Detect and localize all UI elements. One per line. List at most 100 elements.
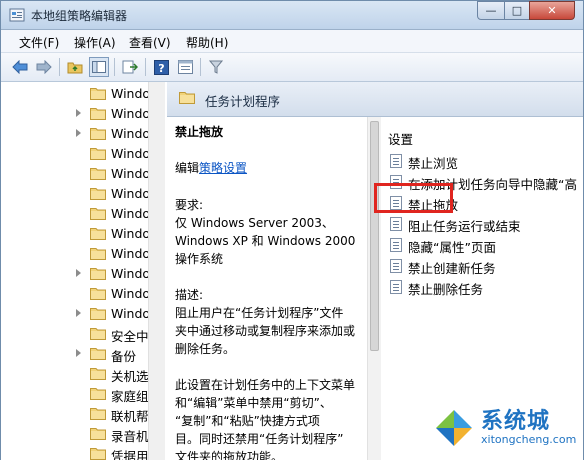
requirements-label: 要求: <box>175 198 204 212</box>
maximize-button[interactable]: □ <box>504 1 530 20</box>
tree-item[interactable]: Windo <box>1 244 149 264</box>
requirements-line: 仅 Windows Server 2003、 <box>175 216 334 230</box>
menu-file[interactable]: 文件(F) <box>19 34 59 51</box>
requirements-line: 操作系统 <box>175 252 224 266</box>
tree-item-label: Windo <box>111 186 150 201</box>
watermark: 系统城 xitongcheng.com <box>431 399 581 459</box>
tree-item[interactable]: 安全中 <box>1 324 149 344</box>
forward-button[interactable] <box>34 57 54 77</box>
policy-setting-icon <box>390 280 402 294</box>
highlight-annotation-box <box>374 183 453 213</box>
tree-item[interactable]: 关机选 <box>1 364 149 384</box>
tree-item-label: 凭据用 <box>111 449 149 460</box>
export-list-button[interactable] <box>120 57 140 77</box>
policy-setting-icon <box>390 238 402 252</box>
toolbar-separator <box>114 58 115 76</box>
back-button[interactable] <box>10 57 30 77</box>
up-folder-icon <box>67 62 83 74</box>
settings-column-header[interactable]: 设置 <box>388 129 413 148</box>
description-line: 和“编辑”菜单中禁用“剪切”、 <box>175 396 332 410</box>
requirements-line: Windows XP 和 Windows 2000 <box>175 234 356 248</box>
tree-item-label: Windo <box>111 166 150 181</box>
back-arrow-icon <box>12 60 28 74</box>
tree-item[interactable]: Windo <box>1 204 149 224</box>
tree-expander-icon[interactable] <box>76 109 81 117</box>
folder-icon <box>90 408 106 420</box>
folder-icon <box>90 448 106 460</box>
tree-item[interactable]: Windo <box>1 124 149 144</box>
tree-item-label: 联机帮 <box>111 409 149 424</box>
folder-icon <box>90 388 106 400</box>
filter-button[interactable] <box>206 57 226 77</box>
folder-icon <box>90 188 106 200</box>
tree-item[interactable]: Windo <box>1 304 149 324</box>
tree-item-label: Windo <box>111 306 150 321</box>
window-title: 本地组策略编辑器 <box>31 9 128 23</box>
edit-policy-link[interactable]: 策略设置 <box>199 161 247 175</box>
description-line: “复制”和“粘贴”快捷方式项 <box>175 414 320 428</box>
description-scrollbar[interactable] <box>367 117 381 460</box>
navigation-tree[interactable]: Windo Windo Windo Windo Windo Windo Windo Windo… <box>1 82 150 460</box>
title-bar[interactable]: 本地组策略编辑器 — □ ✕ <box>1 1 583 30</box>
folder-icon <box>90 108 106 120</box>
setting-item-label: 阻止任务运行或结束 <box>408 219 521 234</box>
description-title: 禁止拖放 <box>175 125 224 139</box>
watermark-logo-icon <box>432 406 476 450</box>
tree-item[interactable]: Windo <box>1 184 149 204</box>
forward-arrow-icon <box>36 60 52 74</box>
tree-item[interactable]: 录音机 <box>1 424 149 444</box>
close-button[interactable]: ✕ <box>529 1 575 20</box>
setting-item[interactable]: 禁止创建新任务 <box>388 256 583 276</box>
tree-item[interactable]: Windo <box>1 164 149 184</box>
pane-header-title: 任务计划程序 <box>205 94 281 109</box>
watermark-brand: 系统城 <box>481 409 551 434</box>
folder-icon <box>90 128 106 140</box>
up-level-button[interactable] <box>65 57 85 77</box>
setting-item[interactable]: 阻止任务运行或结束 <box>388 214 583 234</box>
setting-item[interactable]: 禁止浏览 <box>388 151 583 171</box>
properties-button[interactable] <box>175 57 195 77</box>
scrollbar-thumb[interactable] <box>370 121 379 351</box>
tree-item-label: 录音机 <box>111 429 149 444</box>
help-button[interactable]: ? <box>151 57 171 77</box>
filter-icon <box>209 60 223 74</box>
menu-action[interactable]: 操作(A) <box>74 34 116 51</box>
tree-expander-icon[interactable] <box>76 269 81 277</box>
help-icon: ? <box>153 59 169 75</box>
toolbar-separator <box>200 58 201 76</box>
tree-expander-icon[interactable] <box>76 349 81 357</box>
watermark-url: xitongcheng.com <box>481 433 577 446</box>
setting-item-label: 禁止创建新任务 <box>408 261 496 276</box>
menu-help[interactable]: 帮助(H) <box>186 34 228 51</box>
tree-item[interactable]: Windo <box>1 264 149 284</box>
tree-item[interactable]: 备份 <box>1 344 149 364</box>
folder-icon <box>90 428 106 440</box>
tree-item[interactable]: Windo <box>1 104 149 124</box>
tree-expander-icon[interactable] <box>76 309 81 317</box>
tree-item[interactable]: 联机帮 <box>1 404 149 424</box>
setting-item[interactable]: 禁止删除任务 <box>388 277 583 297</box>
tree-scrollbar[interactable] <box>148 82 165 460</box>
description-line: 此设置在计划任务中的上下文菜单 <box>175 378 356 392</box>
tree-expander-icon[interactable] <box>76 129 81 137</box>
tree-item-label: Windo <box>111 266 150 281</box>
toolbar: ? <box>1 53 583 82</box>
folder-icon <box>179 92 195 104</box>
folder-icon <box>90 268 106 280</box>
tree-item[interactable]: Windo <box>1 84 149 104</box>
tree-item-label: Windo <box>111 246 150 261</box>
tree-item[interactable]: Windo <box>1 144 149 164</box>
menu-view[interactable]: 查看(V) <box>129 34 171 51</box>
folder-icon <box>90 348 106 360</box>
tree-item[interactable]: 家庭组 <box>1 384 149 404</box>
properties-icon <box>177 60 193 74</box>
minimize-button[interactable]: — <box>477 1 505 20</box>
tree-item[interactable]: Windo <box>1 284 149 304</box>
setting-item[interactable]: 隐藏“属性”页面 <box>388 235 583 255</box>
folder-icon <box>90 328 106 340</box>
show-hide-tree-button[interactable] <box>89 57 109 77</box>
tree-item[interactable]: 凭据用 <box>1 444 149 460</box>
tree-item[interactable]: Windo <box>1 224 149 244</box>
policy-setting-icon <box>390 154 402 168</box>
tree-item-label: Windo <box>111 106 150 121</box>
